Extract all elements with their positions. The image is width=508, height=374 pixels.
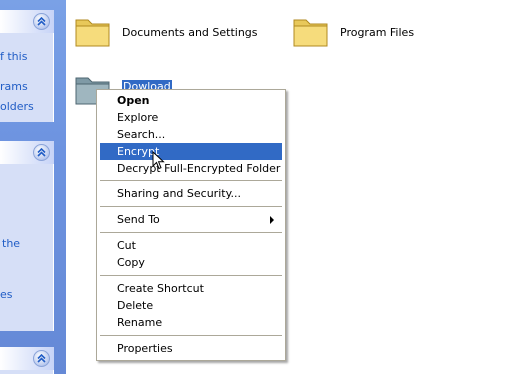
task-panel-3 [0,347,54,374]
menu-item-copy[interactable]: Copy [100,254,282,271]
task-panel-1: f this rams olders [0,10,54,122]
task-panel-1-header[interactable] [0,10,54,33]
menu-item-label: Send To [117,213,160,226]
menu-separator [100,275,282,276]
pane-link[interactable]: rams [0,80,28,93]
pane-link[interactable]: f this [0,50,27,63]
mouse-cursor-icon [152,151,165,170]
pane-link[interactable]: es [0,288,13,301]
folder-icon [293,19,328,47]
menu-separator [100,335,282,336]
task-pane: f this rams olders the es [0,0,66,374]
folder-icon [75,19,110,47]
menu-separator [100,206,282,207]
menu-item-search[interactable]: Search... [100,126,282,143]
collapse-chevron-icon[interactable] [33,13,50,30]
menu-item-sharing-security[interactable]: Sharing and Security... [100,185,282,202]
folder-program-files[interactable]: Program Files [292,12,452,56]
menu-item-open[interactable]: Open [100,92,282,109]
task-panel-2: the es [0,141,54,331]
pane-link[interactable]: olders [0,100,34,113]
context-menu: Open Explore Search... Encrypt Decrypt F… [96,89,286,361]
folder-label: Program Files [340,26,415,39]
menu-item-delete[interactable]: Delete [100,297,282,314]
menu-item-encrypt[interactable]: Encrypt [100,143,282,160]
menu-item-cut[interactable]: Cut [100,237,282,254]
menu-item-create-shortcut[interactable]: Create Shortcut [100,280,282,297]
menu-item-send-to[interactable]: Send To [100,211,282,228]
menu-separator [100,232,282,233]
submenu-arrow-icon [270,216,274,224]
folder-documents-and-settings[interactable]: Documents and Settings [74,12,258,56]
menu-item-decrypt[interactable]: Decrypt Full-Encrypted Folder [100,160,282,177]
collapse-chevron-icon[interactable] [33,144,50,161]
menu-item-rename[interactable]: Rename [100,314,282,331]
collapse-chevron-icon[interactable] [33,350,50,367]
pane-link[interactable]: the [2,237,20,250]
menu-item-explore[interactable]: Explore [100,109,282,126]
menu-separator [100,180,282,181]
task-panel-2-header[interactable] [0,141,54,164]
folder-label: Documents and Settings [122,26,258,39]
task-panel-3-header[interactable] [0,347,54,370]
menu-item-properties[interactable]: Properties [100,340,282,357]
